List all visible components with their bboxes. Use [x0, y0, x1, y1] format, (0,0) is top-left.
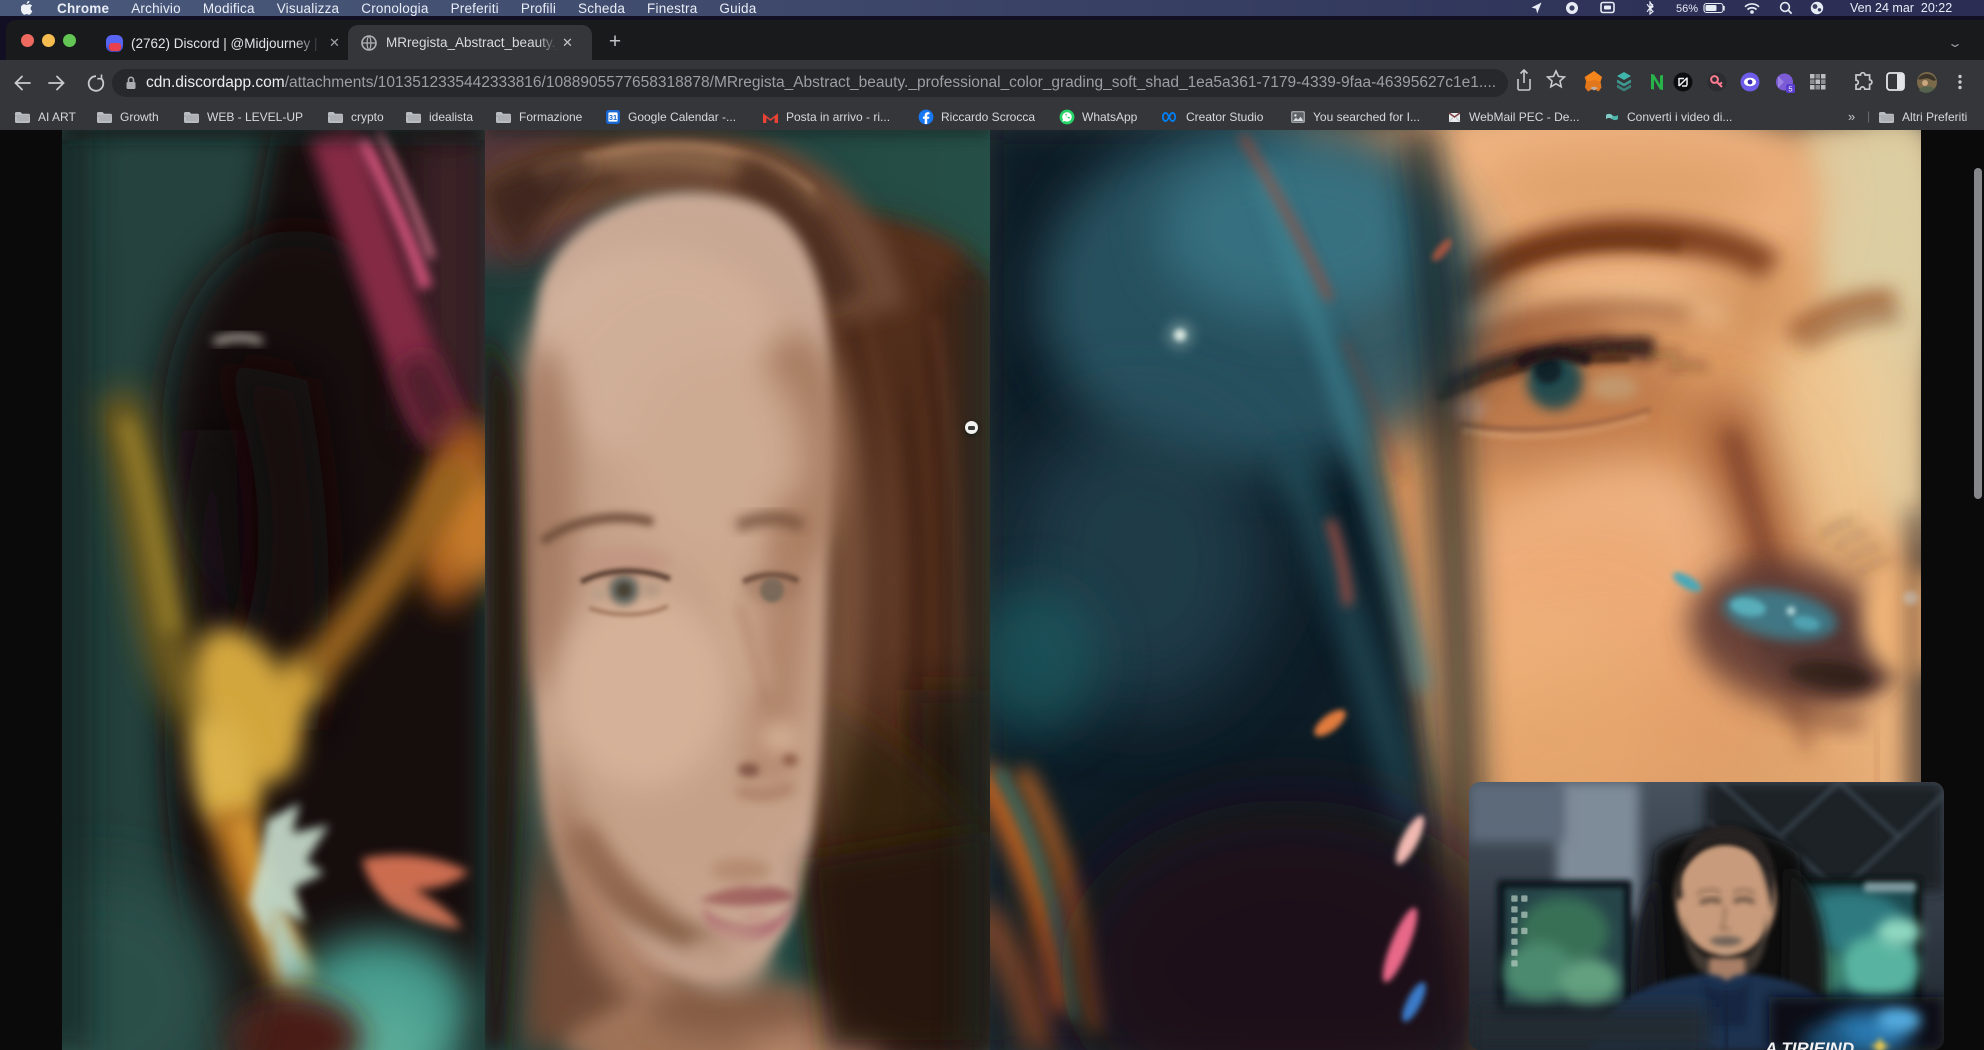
svg-text:A TIRIEIND: A TIRIEIND — [1764, 1039, 1854, 1050]
svg-text:31: 31 — [609, 113, 617, 122]
svg-text:5: 5 — [1788, 85, 1792, 94]
svg-text:56%: 56% — [1676, 3, 1698, 15]
